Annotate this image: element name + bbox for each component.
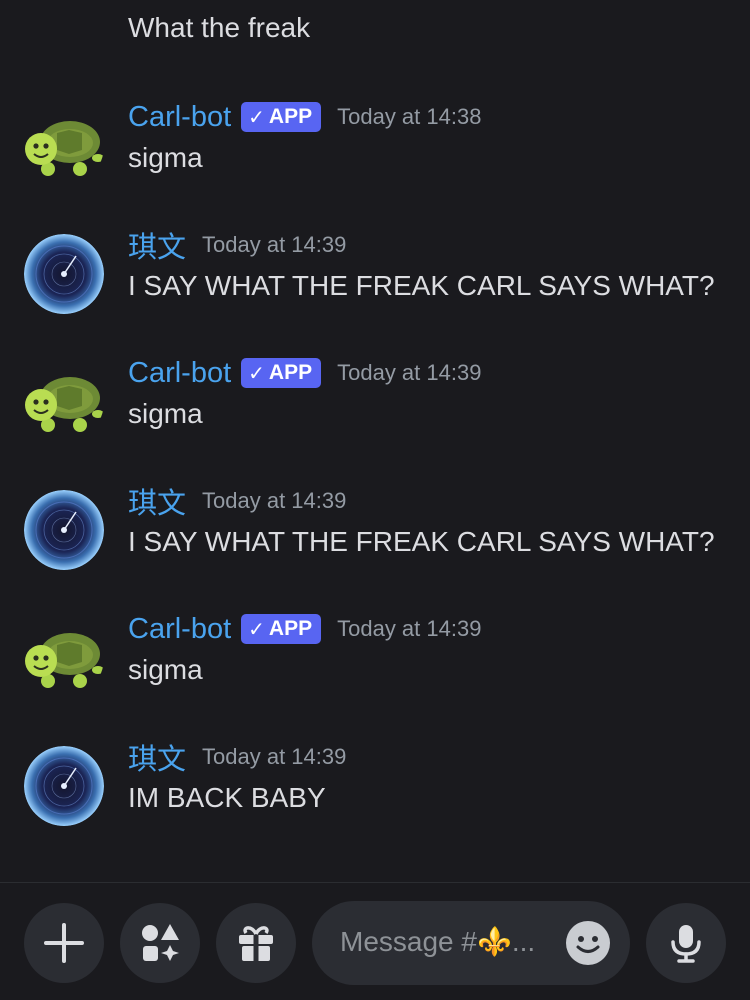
username[interactable]: 琪文 bbox=[128, 224, 186, 266]
message-text: sigma bbox=[128, 654, 203, 685]
turtle-icon bbox=[25, 377, 104, 432]
username[interactable]: Carl-bot bbox=[128, 101, 231, 134]
message-item[interactable]: 琪文 Today at 14:39 IM BACK BABY bbox=[0, 740, 750, 840]
username[interactable]: Carl-bot bbox=[128, 357, 231, 390]
apps-icon bbox=[142, 924, 179, 961]
emoji-icon bbox=[576, 936, 600, 953]
message-text: I SAY WHAT THE FREAK CARL SAYS WHAT? bbox=[128, 270, 715, 301]
galaxy-icon bbox=[24, 490, 104, 570]
app-badge-label: APP bbox=[268, 105, 313, 128]
message-continuation-text: What the freak bbox=[128, 12, 311, 43]
timestamp: Today at 14:39 bbox=[337, 360, 482, 385]
app-badge-label: APP bbox=[268, 617, 313, 640]
turtle-icon bbox=[25, 121, 104, 176]
plus-icon bbox=[44, 923, 84, 963]
message-item[interactable]: Carl-bot ✓ APP Today at 14:39 sigma bbox=[0, 356, 750, 456]
add-attachment-button[interactable] bbox=[24, 903, 104, 983]
emoji-button[interactable] bbox=[566, 921, 610, 965]
app-badge: ✓ APP bbox=[241, 358, 322, 388]
message-item[interactable]: Carl-bot ✓ APP Today at 14:39 sigma bbox=[0, 612, 750, 712]
username[interactable]: 琪文 bbox=[128, 480, 186, 522]
turtle-avatar[interactable] bbox=[24, 618, 104, 698]
app-badge: ✓ APP bbox=[241, 614, 322, 644]
galaxy-avatar[interactable] bbox=[24, 746, 104, 826]
timestamp: Today at 14:39 bbox=[202, 744, 347, 769]
message-item[interactable]: Carl-bot ✓ APP Today at 14:38 sigma bbox=[0, 100, 750, 200]
turtle-icon bbox=[25, 633, 104, 688]
message-text: sigma bbox=[128, 398, 203, 429]
app-badge: ✓ APP bbox=[241, 102, 322, 132]
galaxy-avatar[interactable] bbox=[24, 490, 104, 570]
check-icon: ✓ bbox=[248, 106, 265, 129]
message-input[interactable]: Message #⚜️... bbox=[312, 901, 630, 985]
message-item[interactable]: 琪文 Today at 14:39 I SAY WHAT THE FREAK C… bbox=[0, 484, 750, 584]
timestamp: Today at 14:38 bbox=[337, 104, 482, 129]
gift-button[interactable] bbox=[216, 903, 296, 983]
voice-message-button[interactable] bbox=[646, 903, 726, 983]
message-text: I SAY WHAT THE FREAK CARL SAYS WHAT? bbox=[128, 526, 715, 557]
app-badge-label: APP bbox=[268, 361, 313, 384]
turtle-avatar[interactable] bbox=[24, 106, 104, 186]
username[interactable]: Carl-bot bbox=[128, 613, 231, 646]
check-icon: ✓ bbox=[248, 618, 265, 641]
message-composer: Message #⚜️... bbox=[0, 882, 750, 1000]
chat-messages: What the freak Carl-bot ✓ APP Today at 14… bbox=[0, 0, 750, 882]
galaxy-avatar[interactable] bbox=[24, 234, 104, 314]
galaxy-icon bbox=[24, 234, 104, 314]
timestamp: Today at 14:39 bbox=[202, 232, 347, 257]
galaxy-icon bbox=[24, 746, 104, 826]
apps-button[interactable] bbox=[120, 903, 200, 983]
gift-icon bbox=[239, 926, 273, 961]
microphone-icon bbox=[671, 925, 701, 963]
check-icon: ✓ bbox=[248, 362, 265, 385]
message-text: sigma bbox=[128, 142, 203, 173]
message-text: IM BACK BABY bbox=[128, 782, 326, 813]
timestamp: Today at 14:39 bbox=[337, 616, 482, 641]
message-input-placeholder: Message #⚜️... bbox=[340, 926, 536, 957]
username[interactable]: 琪文 bbox=[128, 736, 186, 778]
turtle-avatar[interactable] bbox=[24, 362, 104, 442]
message-item[interactable]: 琪文 Today at 14:39 I SAY WHAT THE FREAK C… bbox=[0, 228, 750, 328]
timestamp: Today at 14:39 bbox=[202, 488, 347, 513]
